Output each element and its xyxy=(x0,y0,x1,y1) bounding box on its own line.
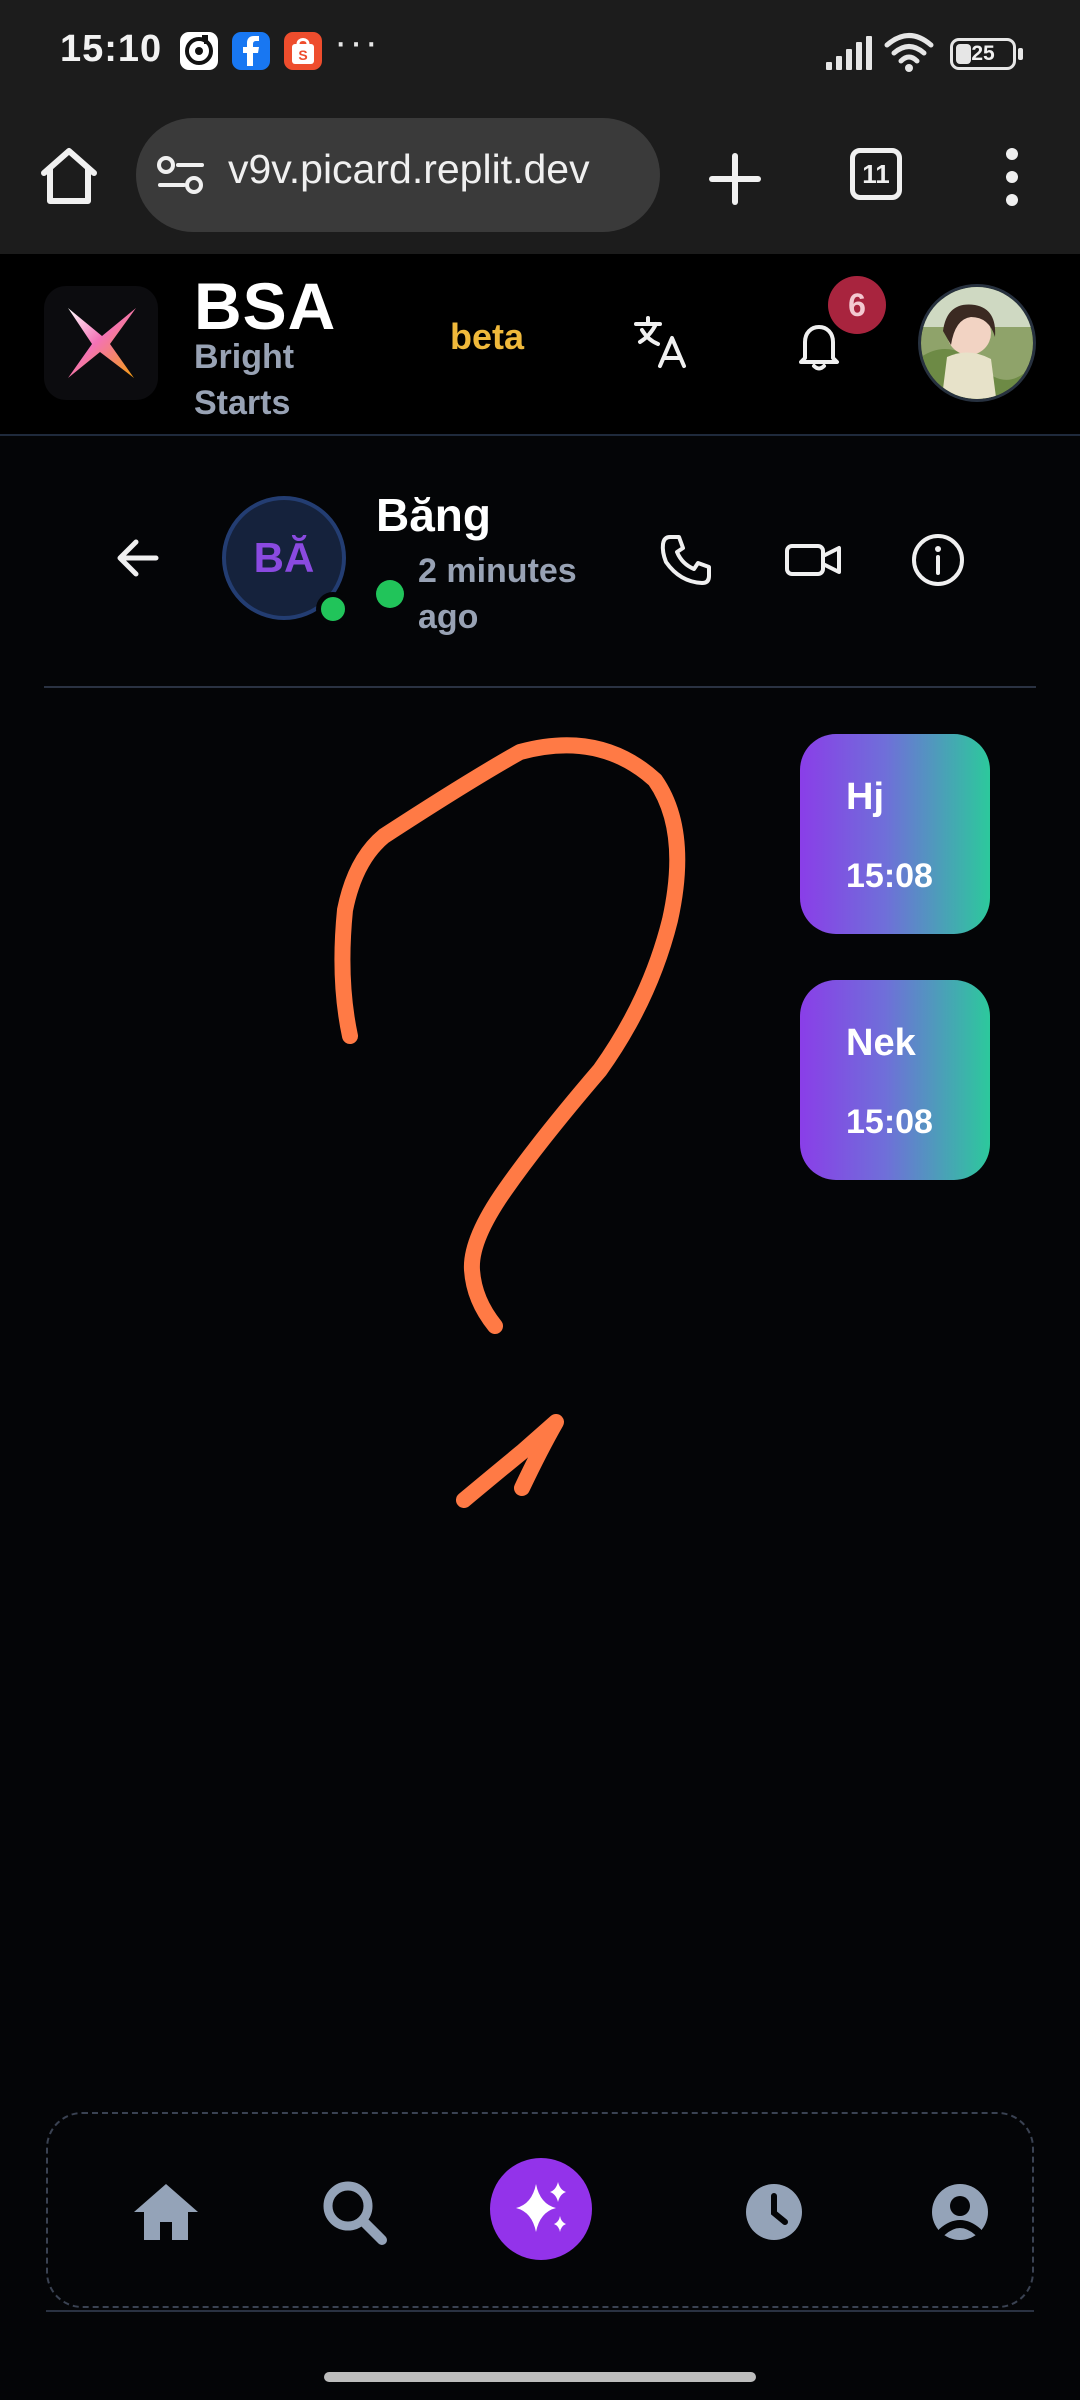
sparkles-icon xyxy=(516,2182,566,2232)
ai-sparkle-button[interactable] xyxy=(490,2158,592,2260)
history-clock-icon[interactable] xyxy=(728,2166,820,2258)
home-indicator[interactable] xyxy=(324,2372,756,2382)
search-icon[interactable] xyxy=(308,2166,400,2258)
home-icon[interactable] xyxy=(120,2166,212,2258)
hand-drawn-question-mark xyxy=(334,737,686,1508)
bottom-navigation xyxy=(46,2112,1034,2308)
nav-divider xyxy=(46,2310,1034,2312)
profile-icon[interactable] xyxy=(914,2166,1006,2258)
